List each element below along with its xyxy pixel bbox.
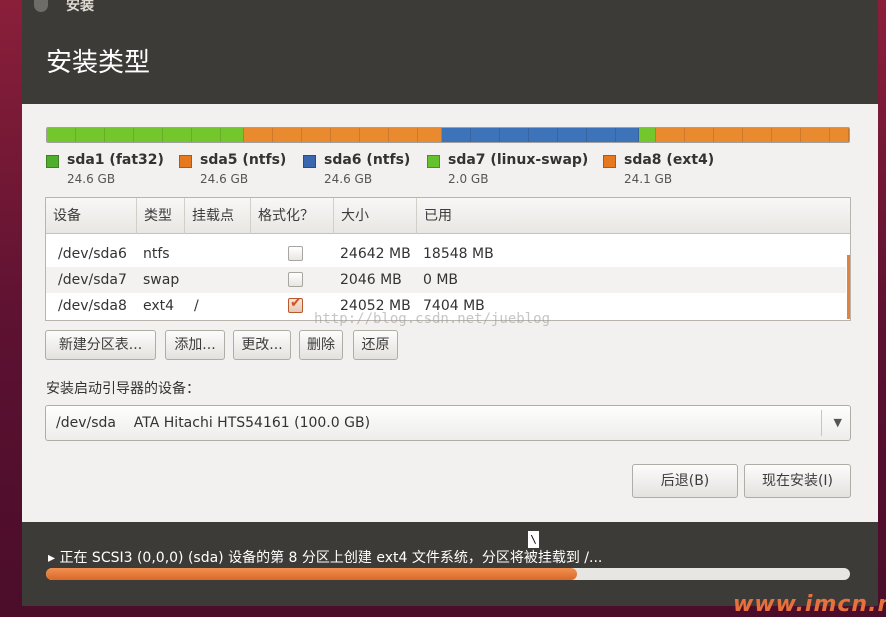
legend-name: sda7 (linux-swap) [448,152,589,168]
revert-button[interactable]: 还原 [353,330,398,360]
cell-device: /dev/sda6 [58,246,127,262]
partition-segment-sda6 [441,128,640,142]
bootloader-device-path: /dev/sda [56,415,116,431]
install-now-button[interactable]: 现在安装(I) [744,464,851,498]
table-row[interactable]: /dev/sda7 swap 2046 MB 0 MB [46,267,846,293]
change-partition-button[interactable]: 更改... [233,330,291,360]
cell-size: 24642 MB [340,246,411,262]
legend-size: 24.6 GB [324,172,373,186]
partition-segment-sda1 [47,128,245,142]
legend-size: 2.0 GB [448,172,489,186]
bootloader-label: 安装启动引导器的设备： [46,381,200,397]
cell-used: 0 MB [423,272,459,288]
legend-name: sda1 (fat32) [67,152,164,168]
legend-swatch [603,155,616,168]
page-title: 安装类型 [46,48,151,78]
legend-swatch [179,155,192,168]
legend-swatch [46,155,59,168]
installer-window: 安装 安装类型 sda1 (fat32) 24.6 GB sda5 (ntfs)… [22,0,878,606]
column-header-format[interactable]: 格式化？ [251,198,334,234]
delete-partition-button[interactable]: 删除 [299,330,343,360]
cell-type: ext4 [143,298,175,314]
format-checkbox[interactable] [288,246,303,261]
cell-size: 2046 MB [340,272,402,288]
site-watermark: www.imcn.me [733,592,886,617]
column-header-device[interactable]: 设备 [46,198,137,234]
window-title: 安装 [66,0,94,14]
legend-name: sda8 (ext4) [624,152,715,168]
table-header: 设备 类型 挂载点 格式化？ 大小 已用 [46,198,850,234]
partition-legend: sda1 (fat32) 24.6 GB sda5 (ntfs) 24.6 GB… [46,152,850,190]
table-row[interactable]: /dev/sda6 ntfs 24642 MB 18548 MB [46,241,846,267]
legend-size: 24.1 GB [624,172,673,186]
format-checkbox-checked[interactable]: ✔ [288,295,303,313]
column-header-mount[interactable]: 挂载点 [185,198,251,234]
cell-device: /dev/sda8 [58,298,127,314]
legend-swatch [427,155,440,168]
chevron-down-icon[interactable]: ▼ [834,406,842,440]
check-icon: ✔ [290,295,302,311]
cell-device: /dev/sda7 [58,272,127,288]
column-header-size[interactable]: 大小 [334,198,417,234]
close-window-button[interactable] [34,0,48,12]
legend-name: sda6 (ntfs) [324,152,411,168]
column-header-type[interactable]: 类型 [137,198,185,234]
progress-fill [46,568,577,580]
partition-segment-sda7 [639,128,656,142]
format-checkbox[interactable] [288,272,303,287]
text-cursor-icon: \ [528,531,539,548]
partition-segment-sda8 [655,128,849,142]
table-scrollbar[interactable] [847,255,850,319]
blog-watermark: http://blog.csdn.net/jueblog [314,311,551,327]
cell-type: swap [143,272,180,288]
legend-size: 24.6 GB [67,172,116,186]
back-button[interactable]: 后退(B) [632,464,738,498]
add-partition-button[interactable]: 添加... [165,330,225,360]
column-header-used[interactable]: 已用 [417,198,850,234]
bootloader-device-select[interactable]: /dev/sda ATA Hitachi HTS54161 (100.0 GB)… [45,405,851,441]
status-message[interactable]: ▸ 正在 SCSI3 (0,0,0) (sda) 设备的第 8 分区上创建 ex… [48,547,602,567]
new-partition-table-button[interactable]: 新建分区表... [45,330,156,360]
title-bar: 安装 安装类型 [22,0,878,104]
progress-bar [46,568,850,580]
cell-mount: / [194,298,199,314]
bootloader-device-description: ATA Hitachi HTS54161 (100.0 GB) [133,415,371,431]
partition-bar [46,127,850,143]
legend-size: 24.6 GB [200,172,249,186]
legend-swatch [303,155,316,168]
bootloader-device-value: /dev/sda ATA Hitachi HTS54161 (100.0 GB) [56,406,370,440]
cell-type: ntfs [143,246,170,262]
combo-separator [821,410,822,436]
cell-used: 18548 MB [423,246,494,262]
partition-table: 设备 类型 挂载点 格式化？ 大小 已用 /dev/sda6 ntfs 2464… [45,197,851,321]
partition-segment-sda5 [244,128,442,142]
legend-name: sda5 (ntfs) [200,152,287,168]
